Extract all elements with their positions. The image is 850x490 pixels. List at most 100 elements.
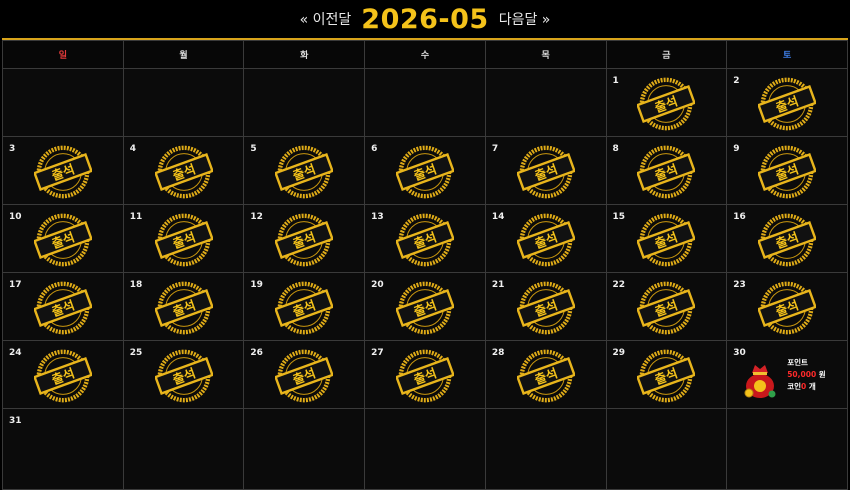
day-cell[interactable]: 6 출석: [364, 136, 486, 205]
day-cell[interactable]: 3 출석: [2, 136, 124, 205]
day-cell[interactable]: 31: [2, 408, 124, 490]
stamp-label: 출석: [412, 229, 439, 251]
attendance-stamp-icon[interactable]: 출석: [395, 143, 454, 201]
day-cell[interactable]: 4 출석: [122, 136, 245, 205]
day-cell[interactable]: 1 출석: [605, 68, 728, 137]
day-cell[interactable]: 14 출석: [484, 204, 607, 273]
empty-day-cell: [605, 408, 728, 490]
attendance-stamp-icon[interactable]: 출석: [637, 279, 696, 337]
attendance-stamp-icon[interactable]: 출석: [33, 279, 92, 337]
day-cell[interactable]: 16 출석: [726, 204, 848, 273]
day-cell[interactable]: 15 출석: [605, 204, 728, 273]
day-number: 31: [9, 416, 22, 426]
day-cell[interactable]: 8 출석: [605, 136, 728, 205]
attendance-stamp-icon[interactable]: 출석: [33, 211, 92, 269]
attendance-stamp-icon[interactable]: 출석: [758, 75, 817, 133]
attendance-stamp-icon[interactable]: 출석: [275, 211, 334, 269]
weekday-wednesday: 수: [364, 40, 486, 69]
day-cell[interactable]: 18 출석: [122, 272, 245, 341]
weekday-monday: 월: [122, 40, 245, 69]
empty-day-cell: [484, 408, 607, 490]
attendance-stamp-icon[interactable]: 출석: [154, 279, 213, 337]
stamp-label: 출석: [532, 161, 559, 183]
attendance-stamp-icon[interactable]: 출석: [516, 143, 575, 201]
day-number: 27: [371, 348, 384, 358]
weekday-header-row: 일 월 화 수 목 금 토: [2, 40, 848, 69]
day-cell[interactable]: 23 출석: [726, 272, 848, 341]
attendance-stamp-icon[interactable]: 출석: [33, 347, 92, 405]
attendance-stamp-icon[interactable]: 출석: [516, 279, 575, 337]
attendance-stamp-icon[interactable]: 출석: [275, 143, 334, 201]
day-cell[interactable]: 2 출석: [726, 68, 848, 137]
day-number: 10: [9, 212, 22, 222]
attendance-stamp-icon[interactable]: 출석: [154, 211, 213, 269]
attendance-stamp-icon[interactable]: 출석: [154, 347, 213, 405]
reward-day-cell[interactable]: 30 포인트 50,000 원 코인0 개: [726, 340, 848, 409]
attendance-stamp-icon[interactable]: 출석: [758, 279, 817, 337]
day-number: 9: [733, 144, 740, 154]
attendance-stamp-icon[interactable]: 출석: [637, 347, 696, 405]
day-cell[interactable]: 21 출석: [484, 272, 607, 341]
stamp-label: 출석: [291, 365, 318, 387]
day-number: 15: [612, 212, 626, 222]
week-row: 31: [2, 408, 848, 490]
next-month-button[interactable]: 다음달 »: [499, 9, 551, 29]
stamp-label: 출석: [653, 365, 680, 387]
day-cell[interactable]: 27 출석: [364, 340, 486, 409]
day-cell[interactable]: 10 출석: [2, 204, 124, 273]
day-number: 29: [612, 348, 626, 358]
stamp-label: 출석: [653, 93, 680, 115]
day-cell[interactable]: 29 출석: [605, 340, 728, 409]
attendance-stamp-icon[interactable]: 출석: [33, 143, 92, 201]
day-cell[interactable]: 5 출석: [243, 136, 366, 205]
weekday-sunday: 일: [2, 40, 124, 69]
day-number: 17: [9, 280, 22, 290]
day-cell[interactable]: 22 출석: [605, 272, 728, 341]
attendance-stamp-icon[interactable]: 출석: [758, 211, 817, 269]
attendance-stamp-icon[interactable]: 출석: [275, 279, 334, 337]
attendance-stamp-icon[interactable]: 출석: [275, 347, 334, 405]
attendance-stamp-icon[interactable]: 출석: [516, 347, 575, 405]
day-cell[interactable]: 20 출석: [364, 272, 486, 341]
attendance-stamp-icon[interactable]: 출석: [395, 211, 454, 269]
day-cell[interactable]: 7 출석: [484, 136, 607, 205]
reward-coin-label: 코인: [787, 382, 802, 391]
week-row: 10 출석 11 출석 12 출석 13 출석 14 출석 15 출석 16 출석: [2, 204, 848, 273]
day-number: 25: [129, 348, 143, 358]
day-cell[interactable]: 17 출석: [2, 272, 124, 341]
attendance-stamp-icon[interactable]: 출석: [395, 347, 454, 405]
empty-day-cell: [726, 408, 848, 490]
attendance-stamp-icon[interactable]: 출석: [758, 143, 817, 201]
day-cell[interactable]: 13 출석: [364, 204, 486, 273]
day-cell[interactable]: 9 출석: [726, 136, 848, 205]
stamp-label: 출석: [170, 161, 197, 183]
stamp-label: 출석: [170, 365, 197, 387]
day-number: 5: [250, 144, 257, 154]
attendance-stamp-icon[interactable]: 출석: [637, 143, 696, 201]
attendance-stamp-icon[interactable]: 출석: [637, 75, 696, 133]
stamp-label: 출석: [653, 229, 680, 251]
empty-day-cell: [2, 68, 124, 137]
attendance-stamp-icon[interactable]: 출석: [637, 211, 696, 269]
attendance-stamp-icon[interactable]: 출석: [395, 279, 454, 337]
attendance-stamp-icon[interactable]: 출석: [516, 211, 575, 269]
day-number: 12: [250, 212, 263, 222]
stamp-label: 출석: [170, 297, 197, 319]
attendance-stamp-icon[interactable]: 출석: [154, 143, 213, 201]
day-cell[interactable]: 26 출석: [243, 340, 366, 409]
day-cell[interactable]: 24 출석: [2, 340, 124, 409]
prev-month-button[interactable]: « 이전달: [300, 9, 352, 29]
day-cell[interactable]: 12 출석: [243, 204, 366, 273]
day-cell[interactable]: 11 출석: [122, 204, 245, 273]
day-cell[interactable]: 25 출석: [122, 340, 245, 409]
reward-box[interactable]: 포인트 50,000 원 코인0 개: [743, 353, 843, 403]
day-number: 22: [612, 280, 626, 290]
day-number: 7: [491, 144, 499, 154]
week-row: 17 출석 18 출석 19 출석 20 출석 21 출석 22 출석 23 출석: [2, 272, 848, 341]
stamp-label: 출석: [412, 297, 439, 319]
empty-day-cell: [243, 408, 366, 490]
day-cell[interactable]: 28 출석: [484, 340, 607, 409]
day-number: 18: [129, 280, 143, 290]
day-cell[interactable]: 19 출석: [243, 272, 366, 341]
empty-day-cell: [484, 68, 607, 137]
